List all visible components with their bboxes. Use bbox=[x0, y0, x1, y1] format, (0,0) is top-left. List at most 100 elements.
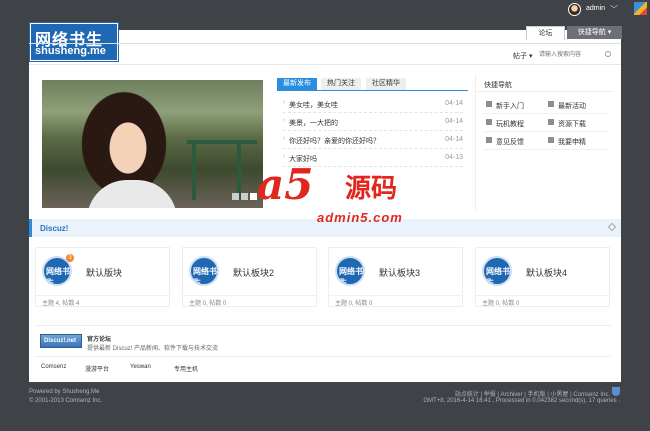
board-card[interactable]: 网络书生 默认板块2 主题 0, 帖数 0 bbox=[182, 247, 317, 307]
chevron-down-icon[interactable]: ﹀ bbox=[610, 4, 618, 15]
quick-item-label: 意见反馈 bbox=[496, 139, 524, 146]
friend-link[interactable]: 专用主机 bbox=[174, 364, 198, 373]
bullet-icon: › bbox=[283, 135, 286, 142]
footer-stats: GMT+8, 2016-4-14 16:41 , Processed in 0.… bbox=[423, 398, 620, 404]
footer-copyright: © 2001-2013 Comsenz Inc. bbox=[29, 398, 103, 404]
watermark-url: admin5.com bbox=[317, 210, 403, 225]
footer-powered[interactable]: Powered by Shusheng.Me bbox=[29, 389, 99, 395]
board-divider bbox=[329, 295, 462, 296]
nav-quick-button[interactable]: 快捷导航 ▾ bbox=[567, 26, 622, 39]
bullet-icon: › bbox=[283, 153, 286, 160]
quick-item-label: 资源下载 bbox=[558, 121, 586, 128]
news-date: 04-13 bbox=[445, 154, 463, 161]
news-date: 04-14 bbox=[445, 100, 463, 107]
site-logo[interactable]: 网络书生 shusheng.me bbox=[30, 23, 118, 61]
slider-photo-post bbox=[192, 140, 196, 200]
board-name[interactable]: 默认板块2 bbox=[233, 266, 274, 279]
board-logo: 网络书生 bbox=[482, 256, 512, 286]
search-type-label: 帖子 bbox=[513, 53, 527, 60]
nav-divider bbox=[29, 43, 621, 44]
board-divider bbox=[36, 295, 169, 296]
news-title[interactable]: 美女哇，美女哇 bbox=[289, 100, 338, 110]
official-desc: 提供最新 Discuz! 产品新闻、软件下载与技术交流 bbox=[87, 346, 219, 352]
friend-link[interactable]: 漫游平台 bbox=[85, 364, 109, 373]
board-logo-text: 网络书生 bbox=[193, 267, 217, 286]
board-logo: 网络书生 bbox=[189, 256, 219, 286]
watermark: a5 源码 admin5.com bbox=[257, 160, 437, 240]
nav-quick-label: 快捷导航 bbox=[577, 29, 606, 36]
quick-item-activity[interactable]: 最新活动 bbox=[546, 96, 608, 114]
news-title[interactable]: 美景，一大把的 bbox=[289, 118, 338, 128]
board-logo-text: 网络书生 bbox=[46, 267, 70, 286]
comment-icon bbox=[486, 137, 492, 143]
board-name[interactable]: 默认版块 bbox=[86, 266, 122, 279]
board-logo-text: 网络书生 bbox=[486, 267, 510, 286]
board-logo-text: 网络书生 bbox=[339, 267, 363, 286]
friend-link[interactable]: Comsenz bbox=[41, 364, 66, 370]
edit-icon bbox=[548, 137, 554, 143]
watermark-cn: 源码 bbox=[345, 173, 398, 203]
username-link[interactable]: admin bbox=[586, 5, 605, 12]
board-stats: 主题 4, 帖数 4 bbox=[42, 301, 80, 307]
tab-latest[interactable]: 最新发布 bbox=[277, 78, 317, 90]
slider-dots bbox=[230, 193, 257, 202]
download-icon bbox=[548, 119, 554, 125]
search-type-select[interactable]: 帖子 ▾ bbox=[513, 51, 532, 61]
quick-nav-title: 快捷导航 bbox=[484, 82, 512, 89]
search-divider bbox=[29, 64, 621, 65]
watermark-a5: a5 bbox=[257, 160, 314, 209]
news-title[interactable]: 你还好吗？亲爱的你还好吗？ bbox=[289, 136, 380, 146]
quick-item-feedback[interactable]: 意见反馈 bbox=[484, 132, 546, 150]
board-stats: 主题 0, 帖数 0 bbox=[189, 301, 227, 307]
shield-icon bbox=[612, 387, 620, 396]
official-title[interactable]: 官方论坛 bbox=[87, 334, 111, 343]
news-item[interactable]: › 你还好吗？亲爱的你还好吗？ 04-14 bbox=[283, 132, 463, 149]
board-divider bbox=[183, 295, 316, 296]
slider-dot-active[interactable] bbox=[250, 193, 257, 200]
board-card[interactable]: 网络书生 默认板块4 主题 0, 帖数 0 bbox=[475, 247, 610, 307]
section-title[interactable]: Discuz! bbox=[40, 224, 68, 233]
image-slider[interactable] bbox=[42, 80, 263, 208]
board-logo: 网络书生 bbox=[335, 256, 365, 286]
search-icon[interactable] bbox=[605, 51, 611, 57]
friend-link[interactable]: Yeswan bbox=[130, 364, 151, 370]
quick-nav-divider bbox=[476, 91, 613, 92]
board-divider bbox=[476, 295, 609, 296]
avatar[interactable] bbox=[568, 3, 581, 16]
news-item[interactable]: › 美景，一大把的 04-14 bbox=[283, 114, 463, 131]
slider-photo-post bbox=[237, 140, 241, 200]
news-item[interactable]: › 美女哇，美女哇 04-14 bbox=[283, 96, 463, 113]
quick-item-download[interactable]: 资源下载 bbox=[546, 114, 608, 132]
bullet-icon: › bbox=[283, 99, 286, 106]
tab-hot[interactable]: 热门关注 bbox=[321, 78, 361, 90]
flag-icon bbox=[548, 101, 554, 107]
quick-item-label: 最新活动 bbox=[558, 103, 586, 110]
news-date: 04-14 bbox=[445, 136, 463, 143]
footer-links[interactable]: 站点统计 | 举报 | Archiver | 手机版 | 小黑屋 | Comse… bbox=[455, 389, 610, 398]
quick-item-label: 我要申精 bbox=[558, 139, 586, 146]
board-card[interactable]: 网络书生 3 默认版块 主题 4, 帖数 4 bbox=[35, 247, 170, 307]
quick-item-label: 新手入门 bbox=[496, 103, 524, 110]
board-stats: 主题 0, 帖数 0 bbox=[335, 301, 373, 307]
book-icon bbox=[486, 119, 492, 125]
quick-item-tutorial[interactable]: 玩机教程 bbox=[484, 114, 546, 132]
slider-dot[interactable] bbox=[241, 193, 248, 200]
nav-tab-forum[interactable]: 论坛 bbox=[526, 26, 565, 40]
search-input[interactable] bbox=[536, 48, 612, 61]
logo-en-text: shusheng.me bbox=[35, 45, 106, 57]
board-card[interactable]: 网络书生 默认板块3 主题 0, 帖数 0 bbox=[328, 247, 463, 307]
caret-down-icon: ▾ bbox=[607, 29, 612, 36]
bullet-icon: › bbox=[283, 117, 286, 124]
logo-corner-icon bbox=[634, 2, 647, 15]
board-name[interactable]: 默认板块3 bbox=[379, 266, 420, 279]
person-icon bbox=[486, 101, 492, 107]
quick-item-apply[interactable]: 我要申精 bbox=[546, 132, 608, 150]
collapse-icon[interactable] bbox=[607, 222, 617, 232]
slider-dot[interactable] bbox=[232, 193, 239, 200]
discuz-logo[interactable]: Discuz!.net bbox=[40, 334, 82, 348]
top-bar: admin ﹀ bbox=[0, 0, 650, 20]
quick-item-newbie[interactable]: 新手入门 bbox=[484, 96, 546, 114]
tab-featured[interactable]: 社区精华 bbox=[366, 78, 406, 90]
board-name[interactable]: 默认板块4 bbox=[526, 266, 567, 279]
quick-item-label: 玩机教程 bbox=[496, 121, 524, 128]
